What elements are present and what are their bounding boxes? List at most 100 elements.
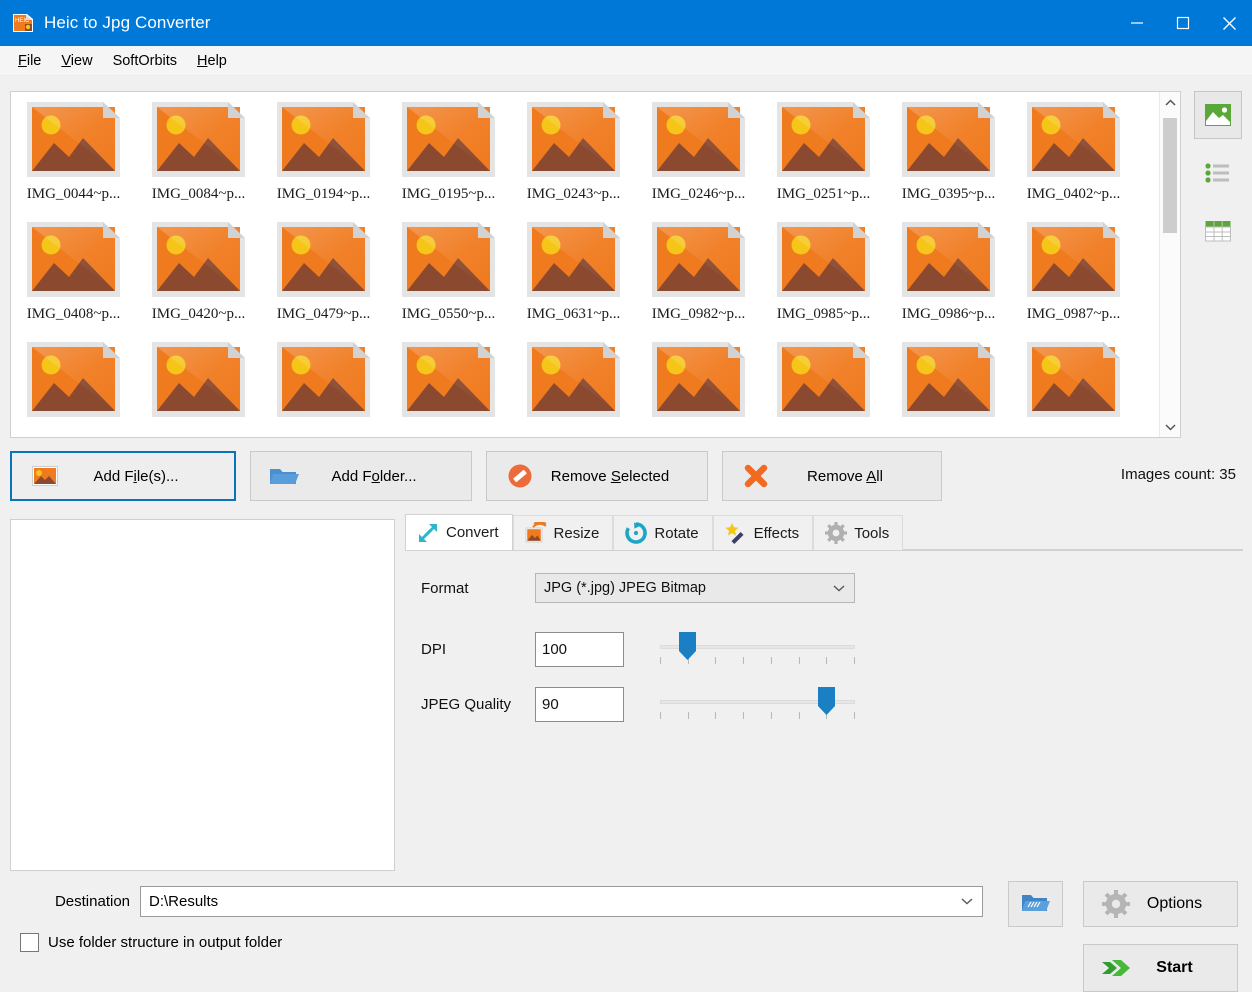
dpi-slider-thumb[interactable] — [678, 631, 697, 661]
green-arrow-icon — [1100, 954, 1132, 982]
thumbnail-item[interactable]: IMG_0084~p... — [136, 98, 261, 218]
maximize-icon[interactable] — [1160, 0, 1206, 46]
thumbnail-label: IMG_0195~p... — [402, 186, 496, 203]
thumbnail-grid: IMG_0044~p... IMG_0084~p... IMG_0194~p..… — [11, 98, 1158, 438]
start-button[interactable]: Start — [1083, 944, 1238, 992]
menu-item-softorbits[interactable]: SoftOrbits — [103, 50, 187, 72]
remove-all-button[interactable]: Remove All — [722, 451, 942, 501]
thumbnail-item[interactable]: IMG_0631~p... — [511, 218, 636, 338]
thumbnail-item[interactable]: IMG_0251~p... — [761, 98, 886, 218]
thumbnail-item[interactable]: IMG_0402~p... — [1011, 98, 1136, 218]
tab-rotate[interactable]: Rotate — [613, 515, 712, 550]
thumbnail-item[interactable]: IMG_0243~p... — [511, 98, 636, 218]
format-value: JPG (*.jpg) JPEG Bitmap — [544, 580, 828, 596]
thumbnail-item[interactable]: IMG_0194~p... — [261, 98, 386, 218]
table-grid-icon[interactable] — [1194, 207, 1242, 255]
thumbnail-label: IMG_0986~p... — [902, 306, 996, 323]
tab-convert[interactable]: Convert — [405, 514, 513, 550]
dpi-input[interactable]: 100 — [535, 632, 624, 667]
menu-item-view[interactable]: View — [51, 50, 102, 72]
use-folder-structure-label: Use folder structure in output folder — [48, 934, 282, 951]
thumbnail-item[interactable] — [1011, 338, 1136, 438]
tab-tools[interactable]: Tools — [813, 515, 903, 550]
thumbnail-label: IMG_0550~p... — [402, 306, 496, 323]
minimize-icon[interactable] — [1114, 0, 1160, 46]
image-placeholder-icon — [771, 98, 876, 182]
scrollbar-thumb[interactable] — [1163, 118, 1177, 233]
chevron-up-icon[interactable] — [1160, 92, 1180, 113]
menu-item-help[interactable]: Help — [187, 50, 237, 72]
image-placeholder-icon — [1021, 338, 1126, 422]
images-count-label: Images count: 35 — [1121, 466, 1236, 483]
thumbnail-item[interactable]: IMG_0408~p... — [11, 218, 136, 338]
thumbnail-label: IMG_0246~p... — [652, 186, 746, 203]
convert-panel: Format JPG (*.jpg) JPEG Bitmap DPI 100 — [405, 551, 1243, 871]
use-folder-structure-row[interactable]: Use folder structure in output folder — [20, 933, 282, 952]
thumbnail-item[interactable]: IMG_0985~p... — [761, 218, 886, 338]
thumbnail-item[interactable]: IMG_0987~p... — [1011, 218, 1136, 338]
dpi-slider[interactable] — [660, 628, 855, 670]
remove-selected-button[interactable]: Remove Selected — [486, 451, 708, 501]
options-button[interactable]: Options — [1083, 881, 1238, 927]
add-files-button[interactable]: Add File(s)... — [10, 451, 236, 501]
image-placeholder-icon — [521, 98, 626, 182]
image-placeholder-icon — [396, 338, 501, 422]
image-preview-pane[interactable] — [10, 519, 395, 871]
thumbnail-scrollbar[interactable] — [1159, 92, 1180, 437]
thumbnail-item[interactable] — [886, 338, 1011, 438]
destination-row: Destination D:\Results — [0, 884, 1000, 918]
chevron-down-icon[interactable] — [1160, 416, 1180, 437]
thumbnail-item[interactable]: IMG_0044~p... — [11, 98, 136, 218]
chevron-down-icon[interactable] — [956, 897, 978, 905]
use-folder-structure-checkbox[interactable] — [20, 933, 39, 952]
thumbnail-label: IMG_0194~p... — [277, 186, 371, 203]
no-entry-icon — [505, 463, 535, 489]
image-placeholder-icon — [146, 218, 251, 302]
thumbnail-item[interactable] — [761, 338, 886, 438]
x-cross-icon — [741, 463, 771, 489]
quality-slider-thumb[interactable] — [817, 686, 836, 716]
image-placeholder-icon — [271, 98, 376, 182]
thumbnail-item[interactable] — [511, 338, 636, 438]
thumbnail-item[interactable]: IMG_0195~p... — [386, 98, 511, 218]
image-grid-icon[interactable] — [1194, 91, 1242, 139]
image-placeholder-icon — [396, 218, 501, 302]
destination-input[interactable]: D:\Results — [140, 886, 983, 917]
thumbnail-panel[interactable]: IMG_0044~p... IMG_0084~p... IMG_0194~p..… — [10, 91, 1181, 438]
tab-resize[interactable]: Resize — [513, 515, 614, 550]
thumbnail-item[interactable] — [636, 338, 761, 438]
thumbnail-item[interactable]: IMG_0550~p... — [386, 218, 511, 338]
quality-slider[interactable] — [660, 683, 855, 725]
thumbnail-label: IMG_0420~p... — [152, 306, 246, 323]
thumbnail-item[interactable] — [11, 338, 136, 438]
thumbnail-item[interactable] — [386, 338, 511, 438]
magic-wand-icon — [725, 522, 747, 544]
thumbnail-item[interactable]: IMG_0246~p... — [636, 98, 761, 218]
image-placeholder-icon — [21, 218, 126, 302]
thumbnail-item[interactable]: IMG_0479~p... — [261, 218, 386, 338]
dpi-row: DPI 100 — [405, 628, 855, 670]
close-icon[interactable] — [1206, 0, 1252, 46]
thumbnail-label: IMG_0251~p... — [777, 186, 871, 203]
tab-effects[interactable]: Effects — [713, 515, 814, 550]
thumbnail-item[interactable]: IMG_0395~p... — [886, 98, 1011, 218]
destination-label: Destination — [0, 893, 140, 910]
quality-input[interactable]: 90 — [535, 687, 624, 722]
bullet-list-icon[interactable] — [1194, 149, 1242, 197]
image-placeholder-icon — [21, 98, 126, 182]
destination-value: D:\Results — [149, 893, 956, 910]
format-row: Format JPG (*.jpg) JPEG Bitmap — [405, 573, 855, 603]
format-select[interactable]: JPG (*.jpg) JPEG Bitmap — [535, 573, 855, 603]
chevron-down-icon — [828, 584, 850, 592]
browse-destination-button[interactable] — [1008, 881, 1063, 927]
thumbnail-item[interactable] — [136, 338, 261, 438]
image-placeholder-icon — [146, 98, 251, 182]
resize-image-icon — [525, 522, 547, 544]
thumbnail-item[interactable]: IMG_0986~p... — [886, 218, 1011, 338]
thumbnail-item[interactable]: IMG_0420~p... — [136, 218, 261, 338]
thumbnail-item[interactable] — [261, 338, 386, 438]
add-folder-button[interactable]: Add Folder... — [250, 451, 472, 501]
thumbnail-item[interactable]: IMG_0982~p... — [636, 218, 761, 338]
gear-icon — [1100, 890, 1132, 918]
menu-item-file[interactable]: File — [8, 50, 51, 72]
